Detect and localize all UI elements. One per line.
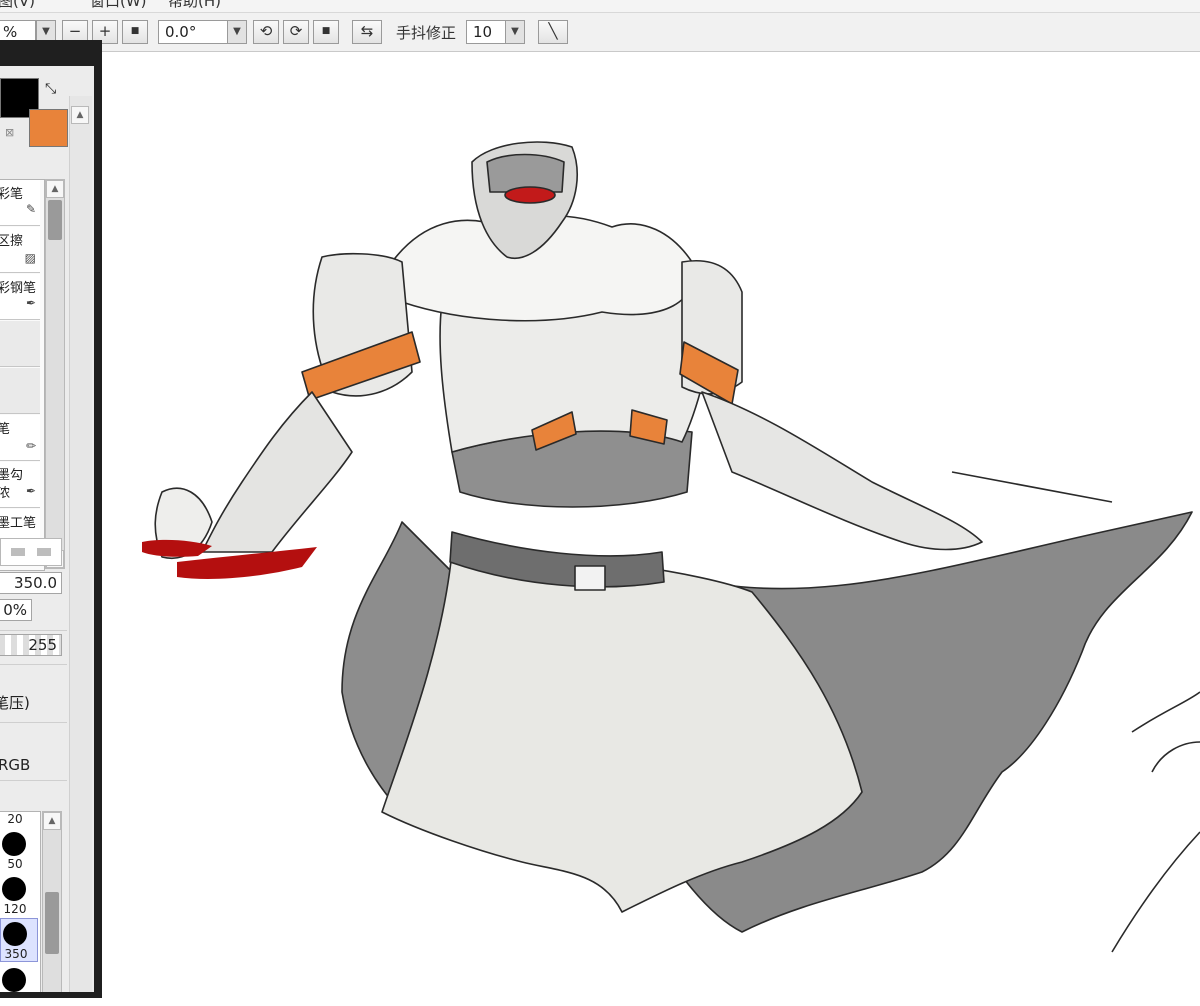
blend-mode-button[interactable] <box>11 548 25 556</box>
brush-size-list: 20 50 120 350 700 <box>0 811 41 992</box>
pressure-label[interactable]: 笔压) <box>0 692 30 713</box>
color-mode-label[interactable]: RGB <box>0 756 30 774</box>
toolbar: % ▼ − + ■ 0.0° ▼ ⟲ ⟳ ■ ⇆ 手抖修正 10 ▼ ╲ <box>0 13 1200 52</box>
brush-item[interactable]: 墨勾 浓 ✒ <box>0 462 40 508</box>
panel-scrollbar[interactable]: ▲ ▼ <box>69 96 92 992</box>
brush-item-label: 区擦 <box>0 234 24 249</box>
tool-panel-body: ⤡ ⊠ 彩笔 ✎ 区擦 ▨ 彩钢笔 ✒ 笔 ✏ 墨勾 <box>0 66 94 992</box>
menu-help[interactable]: 帮助(H) <box>168 0 221 11</box>
scroll-up-icon[interactable]: ▲ <box>71 106 89 124</box>
pencil-icon: ✏ <box>25 439 36 453</box>
zoom-reset-button[interactable]: ■ <box>122 20 148 44</box>
brush-item-label: 彩钢笔 <box>0 281 37 296</box>
rotate-right-button[interactable]: ⟳ <box>283 20 309 44</box>
brush-size-dot <box>2 832 26 856</box>
brush-item-empty[interactable] <box>0 368 40 414</box>
divider <box>0 630 67 631</box>
min-size-field[interactable]: 0% <box>0 599 32 621</box>
density-field[interactable]: 255 <box>0 634 62 656</box>
brush-item-sublabel: 浓 <box>0 482 10 501</box>
brush-size-dot <box>2 968 26 992</box>
brush-item[interactable]: 彩笔 ✎ <box>0 180 40 226</box>
brush-size-option[interactable]: 700 <box>0 964 40 992</box>
brush-item[interactable]: 区擦 ▨ <box>0 227 40 273</box>
brush-size-option[interactable]: 50 <box>0 828 40 872</box>
brush-item-label: 彩笔 <box>0 187 24 202</box>
rotation-reset-button[interactable]: ■ <box>313 20 339 44</box>
brush-item[interactable]: 彩钢笔 ✒ <box>0 274 40 320</box>
brush-list-scrollbar[interactable]: ▲ ▼ <box>45 179 65 569</box>
brush-item-label: 墨工笔 <box>0 516 37 531</box>
rotation-dropdown[interactable]: ▼ <box>227 20 247 44</box>
tool-panel: ⤡ ⊠ 彩笔 ✎ 区擦 ▨ 彩钢笔 ✒ 笔 ✏ 墨勾 <box>0 40 102 998</box>
brush-size-label: 350 <box>4 947 28 961</box>
brush-size-option-selected[interactable]: 350 <box>0 918 38 962</box>
brush-list: 彩笔 ✎ 区擦 ▨ 彩钢笔 ✒ 笔 ✏ 墨勾 浓 ✒ 墨 <box>0 179 45 571</box>
scroll-up-icon[interactable]: ▲ <box>43 812 61 830</box>
stabilizer-dropdown[interactable]: ▼ <box>505 20 525 44</box>
artwork-illustration <box>142 141 1200 953</box>
brush-size-label: 20 <box>7 812 23 826</box>
brush-size-dot <box>2 877 26 901</box>
brush-size-scrollbar[interactable]: ▲ ▼ <box>42 811 62 992</box>
scroll-up-icon[interactable]: ▲ <box>46 180 64 198</box>
rotate-left-button[interactable]: ⟲ <box>253 20 279 44</box>
drawing-canvas[interactable] <box>102 52 1200 1002</box>
ink-pen-icon: ✒ <box>25 484 36 498</box>
brush-size-field[interactable]: 350.0 <box>0 572 62 594</box>
brush-icon: ✎ <box>25 202 36 216</box>
blend-mode-bar <box>0 538 62 566</box>
secondary-color-swatch[interactable] <box>29 109 68 147</box>
flip-horizontal-button[interactable]: ⇆ <box>352 20 382 44</box>
menu-bar: 图(Ⅴ) 窗口(W) 帮助(H) <box>0 0 1200 13</box>
brush-item-label: 笔 <box>0 418 10 437</box>
stabilizer-field[interactable]: 10 <box>466 20 506 44</box>
transparent-color-icon[interactable]: ⊠ <box>5 126 14 139</box>
divider <box>0 722 67 723</box>
scroll-thumb[interactable] <box>45 892 59 954</box>
brush-size-dot <box>3 922 27 946</box>
stabilizer-label: 手抖修正 <box>396 24 457 42</box>
divider <box>0 780 67 781</box>
brush-size-label: 120 <box>3 902 27 916</box>
brush-size-option[interactable]: 120 <box>0 873 40 917</box>
menu-view[interactable]: 图(Ⅴ) <box>0 0 35 11</box>
pen-icon: ✒ <box>25 296 36 310</box>
swap-arrows-icon[interactable]: ⤡ <box>45 81 56 97</box>
divider <box>0 664 67 665</box>
rotation-field[interactable]: 0.0° <box>158 20 228 44</box>
eraser-icon: ▨ <box>24 251 36 265</box>
line-tool-button[interactable]: ╲ <box>538 20 568 44</box>
brush-item-empty[interactable] <box>0 321 40 367</box>
brush-size-label: 50 <box>7 857 23 871</box>
brush-item-label: 墨勾 <box>0 468 24 483</box>
brush-item[interactable]: 笔 ✏ <box>0 415 40 461</box>
blend-mode-button[interactable] <box>37 548 51 556</box>
menu-window[interactable]: 窗口(W) <box>90 0 147 11</box>
scroll-thumb[interactable] <box>48 200 62 240</box>
